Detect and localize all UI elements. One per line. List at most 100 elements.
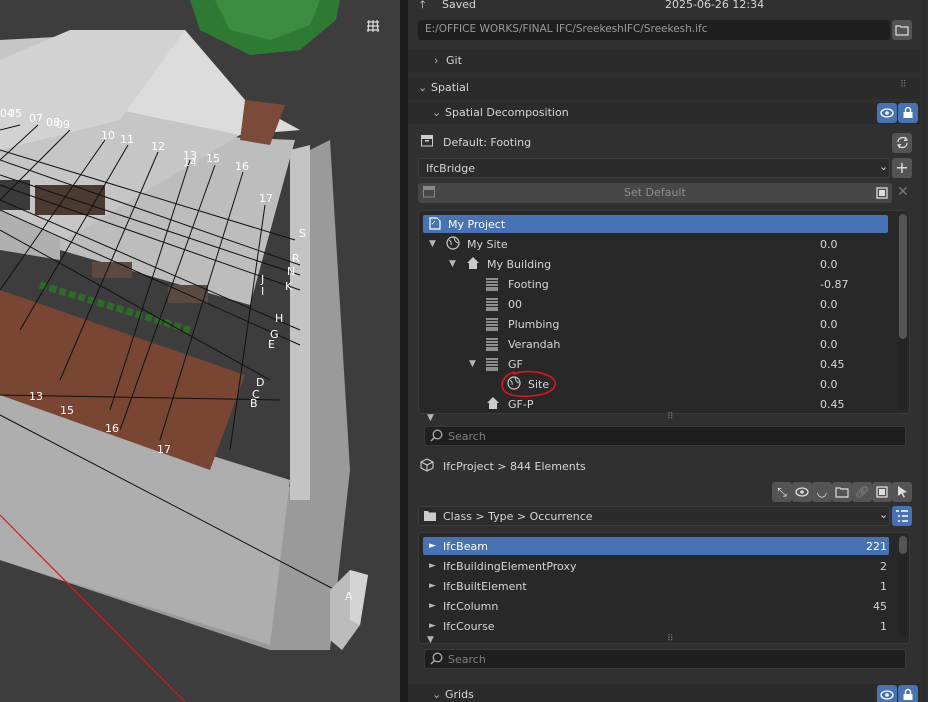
expand-list-icon[interactable]: ▼ xyxy=(427,635,434,645)
expand-right-icon: ► xyxy=(429,601,436,611)
grid-label-R: R xyxy=(292,252,300,265)
element-row-ifcbuildingelementproxy[interactable]: ► IfcBuildingElementProxy 2 xyxy=(423,557,889,575)
tree-row-gf[interactable]: ▼ GF 0.45 xyxy=(423,355,888,373)
elements-scrollbar[interactable] xyxy=(899,536,907,636)
lock-icon[interactable] xyxy=(898,103,918,123)
set-default-button[interactable]: Set Default xyxy=(418,183,888,203)
tree-row-00[interactable]: 00 0.0 xyxy=(423,295,888,313)
storey-icon xyxy=(486,297,498,314)
eye-icon[interactable] xyxy=(792,482,812,502)
tree-row-verandah[interactable]: Verandah 0.0 xyxy=(423,335,888,353)
spatial-decomposition-label: Spatial Decomposition xyxy=(445,106,569,119)
folder-icon[interactable] xyxy=(892,20,912,40)
grouping-select[interactable]: Class > Type > Occurrence ⌄ xyxy=(418,506,890,526)
expand-right-icon: ► xyxy=(429,561,436,571)
git-subpanel-header[interactable]: › Git xyxy=(408,50,920,72)
hide-icon[interactable]: ◡ xyxy=(812,482,832,502)
tree-row-my-project[interactable]: My Project xyxy=(423,215,888,233)
grid-label-17: 17 xyxy=(259,192,273,205)
element-label: IfcCourse xyxy=(443,620,495,633)
search-icon xyxy=(430,652,443,668)
resize-grip-icon[interactable]: ⠿ xyxy=(667,634,675,644)
grid-label-12: 12 xyxy=(151,140,165,153)
tree-label: My Building xyxy=(487,258,552,271)
tree-value: 0.0 xyxy=(820,238,838,251)
folder-select-icon[interactable] xyxy=(832,482,852,502)
building-icon xyxy=(466,256,480,273)
element-row-ifcbeam[interactable]: ► IfcBeam 221 xyxy=(423,537,889,555)
tree-value: -0.87 xyxy=(820,278,849,291)
container-icon xyxy=(420,134,434,150)
panel-scrollbar[interactable] xyxy=(922,0,926,702)
cursor-icon[interactable] xyxy=(892,482,912,502)
link-icon[interactable]: 🔗︎ xyxy=(852,482,872,502)
expand-right-icon: ► xyxy=(429,541,436,551)
default-container-row: Default: Footing xyxy=(408,132,920,154)
chevron-down-icon: ⌄ xyxy=(879,160,889,173)
tree-row-plumbing[interactable]: Plumbing 0.0 xyxy=(423,315,888,333)
drag-handle-icon[interactable]: ⠿ xyxy=(900,80,908,90)
file-path-text: E:/OFFICE WORKS/FINAL IFC/SreekeshIFC/Sr… xyxy=(425,23,708,35)
element-row-ifcbuiltelement[interactable]: ► IfcBuiltElement 1 xyxy=(423,577,889,595)
lock-icon[interactable] xyxy=(898,685,918,702)
elements-summary-row: IfcProject > 844 Elements xyxy=(408,456,920,476)
search-placeholder: Search xyxy=(448,653,486,666)
class-select[interactable]: IfcBridge ⌄ xyxy=(418,158,890,178)
expand-down-icon: ▼ xyxy=(469,359,476,369)
eye-icon[interactable] xyxy=(877,103,897,123)
viewport-scene: 04 05 07 08 09 10 11 12 13 14 15 16 17 S… xyxy=(0,0,400,702)
search-placeholder: Search xyxy=(448,430,486,443)
tree-row-site[interactable]: Site 0.0 xyxy=(423,370,888,398)
grid-label-B: B xyxy=(250,397,258,410)
grid-icon[interactable] xyxy=(366,15,388,37)
eye-icon[interactable] xyxy=(877,685,897,702)
element-label: IfcColumn xyxy=(443,600,499,613)
element-row-ifccourse[interactable]: ► IfcCourse 1 xyxy=(423,617,889,635)
elements-list[interactable]: ► IfcBeam 221 ► IfcBuildingElementProxy … xyxy=(418,532,910,645)
tree-scrollbar[interactable] xyxy=(899,214,907,410)
select-box-icon[interactable] xyxy=(872,183,892,203)
expand-list-icon[interactable]: ▼ xyxy=(427,413,434,423)
tree-scroll-thumb[interactable] xyxy=(899,214,907,339)
area-divider[interactable] xyxy=(400,0,408,702)
isolate-icon[interactable]: ⤡ xyxy=(772,482,792,502)
grid-label-K: K xyxy=(285,280,293,293)
spatial-tree[interactable]: My Project ▼ My Site 0.0 ▼ My Building 0… xyxy=(418,210,910,423)
tree-value: 0.0 xyxy=(820,378,838,391)
default-container-label: Default: Footing xyxy=(443,136,532,149)
tree-row-my-building[interactable]: ▼ My Building 0.0 xyxy=(423,255,888,273)
refresh-icon[interactable] xyxy=(892,133,912,153)
element-count: 221 xyxy=(866,540,887,553)
grids-subpanel-header[interactable]: ⌄ Grids xyxy=(408,684,920,702)
folder-icon xyxy=(423,510,437,525)
tree-value: 0.45 xyxy=(820,358,845,371)
add-icon[interactable]: + xyxy=(892,158,912,178)
select-box-icon[interactable] xyxy=(872,482,892,502)
tree-value: 0.0 xyxy=(820,258,838,271)
tree-row-footing[interactable]: Footing -0.87 xyxy=(423,275,888,293)
elements-scroll-thumb[interactable] xyxy=(899,536,907,554)
elements-search-input[interactable]: Search xyxy=(424,649,906,669)
project-icon xyxy=(429,217,441,233)
spatial-decomposition-header[interactable]: ⌄ Spatial Decomposition xyxy=(408,102,920,124)
tree-label: Footing xyxy=(508,278,549,291)
grid-label-14: 14 xyxy=(183,156,197,169)
element-row-ifccolumn[interactable]: ► IfcColumn 45 xyxy=(423,597,889,615)
tree-row-my-site[interactable]: ▼ My Site 0.0 xyxy=(423,235,888,253)
close-icon[interactable]: ✕ xyxy=(897,184,909,200)
file-path-field[interactable]: E:/OFFICE WORKS/FINAL IFC/SreekeshIFC/Sr… xyxy=(418,20,890,40)
element-count: 2 xyxy=(880,560,887,573)
grid-label-11: 11 xyxy=(120,133,134,146)
grouping-select-value: Class > Type > Occurrence xyxy=(443,510,593,523)
tree-row-gf-p[interactable]: GF-P 0.45 xyxy=(423,395,888,413)
spatial-search-input[interactable]: Search xyxy=(424,426,906,446)
expand-right-icon: ► xyxy=(429,581,436,591)
storey-icon xyxy=(486,317,498,334)
set-default-label: Set Default xyxy=(624,186,686,199)
3d-viewport[interactable]: 04 05 07 08 09 10 11 12 13 14 15 16 17 S… xyxy=(0,0,400,702)
resize-grip-icon[interactable]: ⠿ xyxy=(667,412,675,422)
spatial-panel-header[interactable]: ⌄ Spatial ⠿ xyxy=(408,77,920,99)
tree-value: 0.0 xyxy=(820,298,838,311)
list-view-icon[interactable] xyxy=(892,506,912,526)
grid-label-15: 15 xyxy=(206,152,220,165)
